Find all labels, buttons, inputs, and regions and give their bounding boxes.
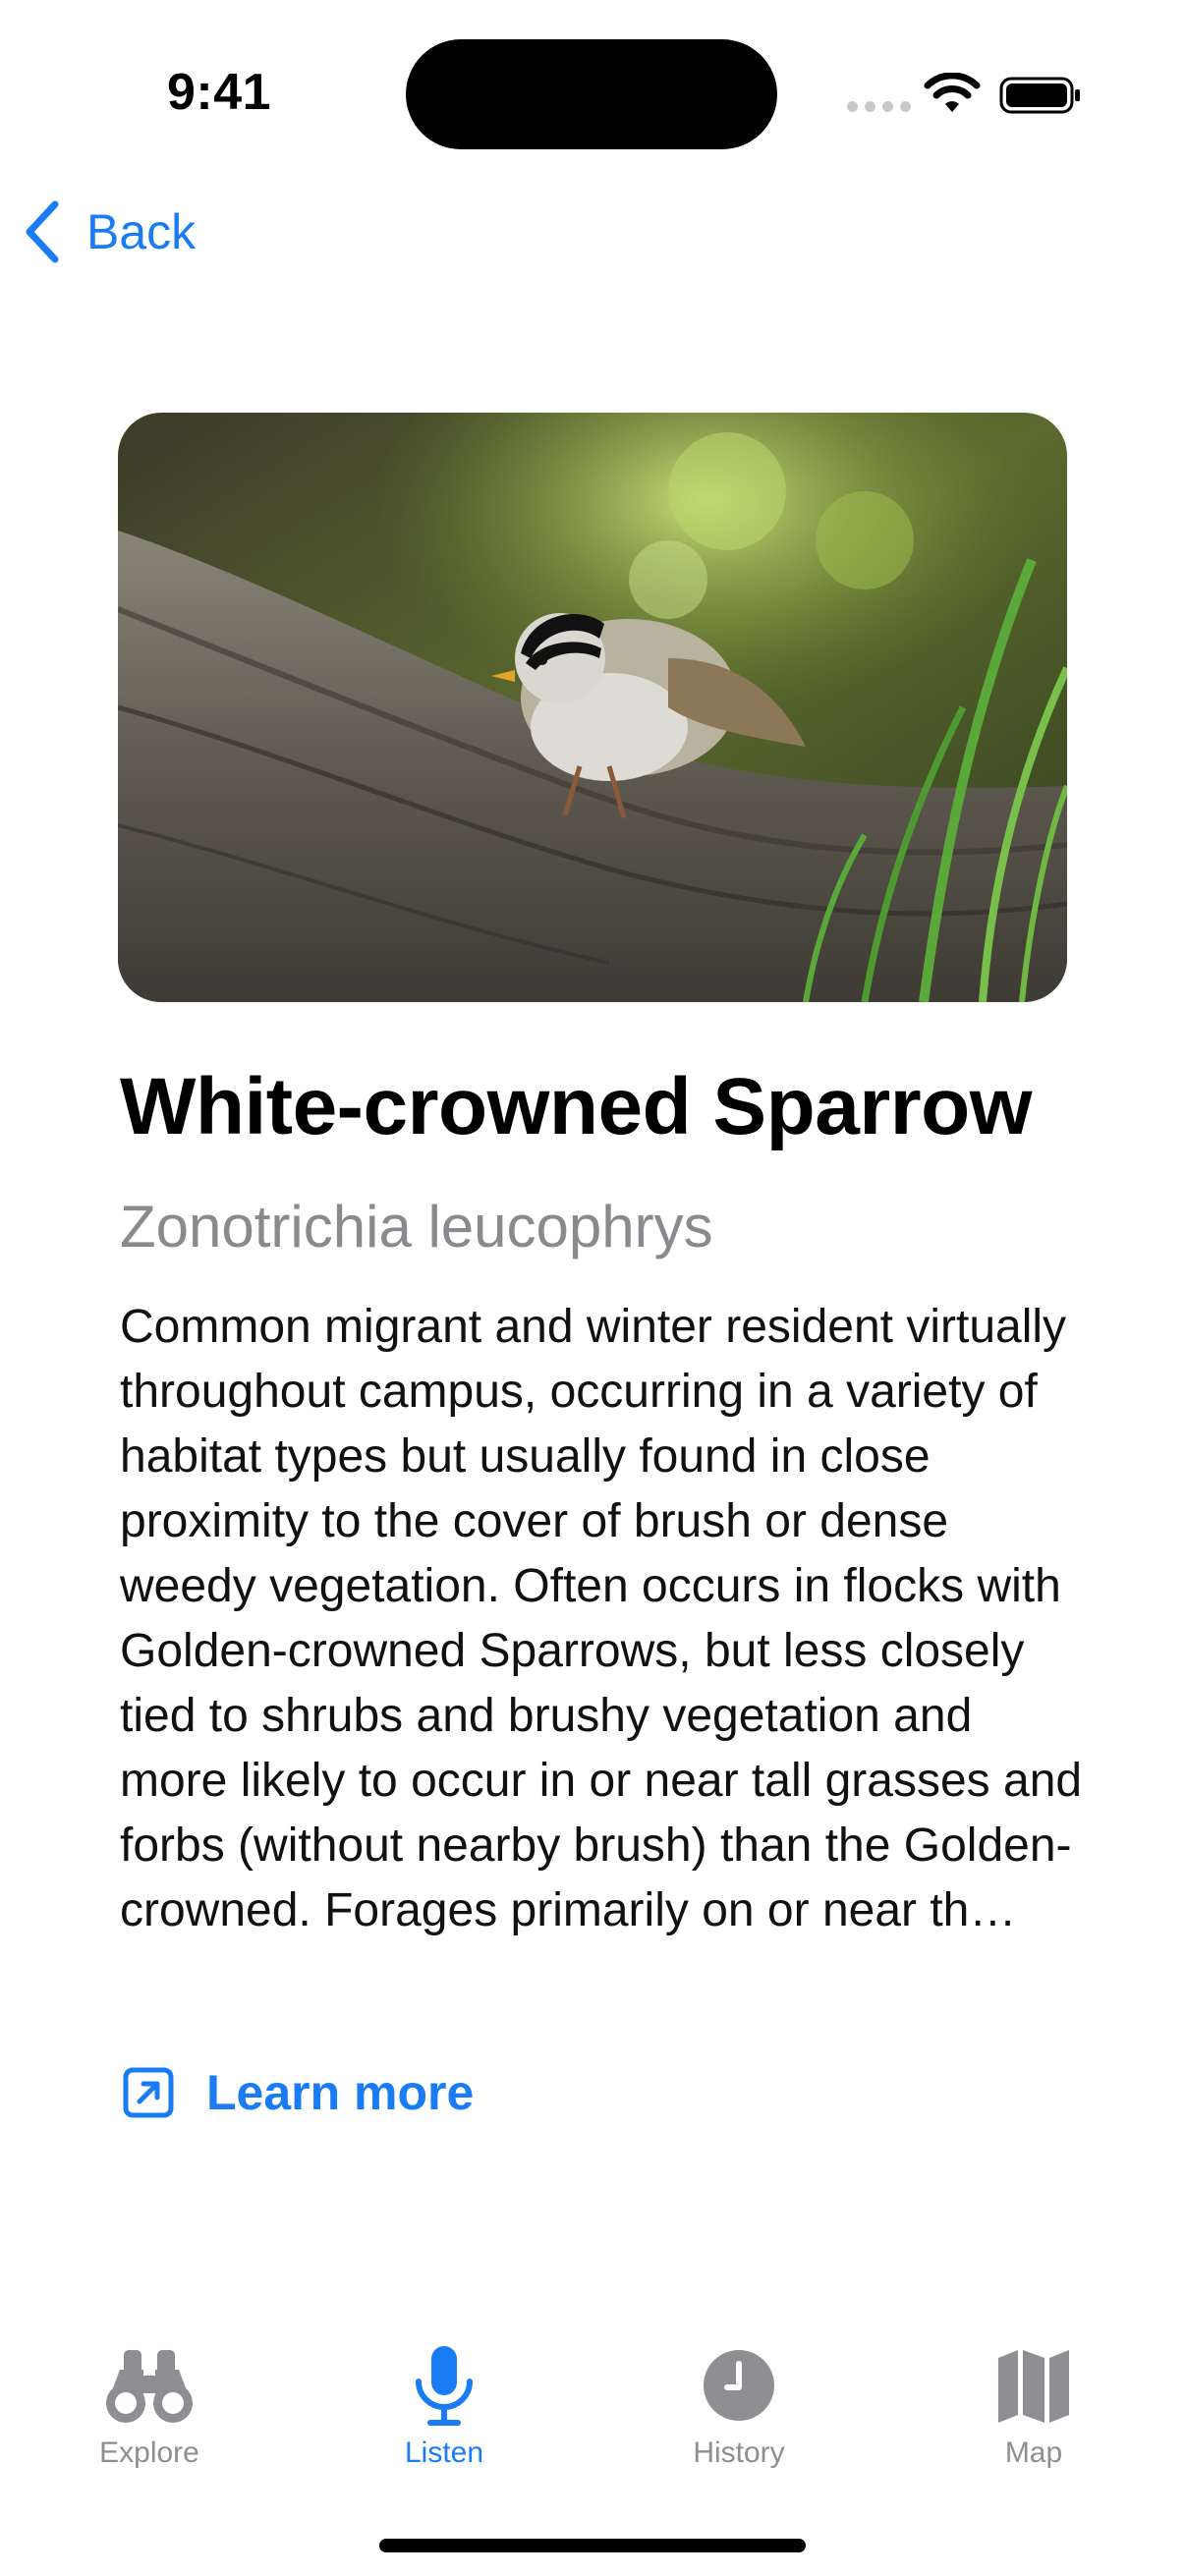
- microphone-icon: [416, 2346, 473, 2426]
- back-button[interactable]: Back: [24, 193, 196, 271]
- external-link-icon: [123, 2067, 174, 2118]
- learn-more-label: Learn more: [206, 2065, 475, 2120]
- learn-more-link[interactable]: Learn more: [122, 2053, 474, 2132]
- tab-explore[interactable]: Explore: [51, 2344, 248, 2492]
- bird-scientific-name: Zonotrichia leucophrys: [120, 1194, 713, 1260]
- tab-explore-label: Explore: [99, 2436, 199, 2469]
- chevron-left-icon: [26, 200, 59, 263]
- binoculars-icon: [106, 2350, 193, 2423]
- battery-icon: [999, 77, 1080, 114]
- clock-icon: [704, 2350, 774, 2421]
- bird-photo-image: [118, 413, 1067, 1002]
- bird-description: Common migrant and winter resident virtu…: [120, 1301, 1083, 1936]
- wifi-icon: [924, 73, 981, 112]
- tab-history-label: History: [693, 2436, 785, 2469]
- map-icon: [998, 2350, 1069, 2423]
- cellular-signal-icon: [847, 101, 911, 112]
- tab-history[interactable]: History: [641, 2344, 837, 2492]
- bird-photo: [118, 413, 1067, 1002]
- bird-common-name: White-crowned Sparrow: [120, 1062, 1033, 1151]
- status-time: 9:41: [167, 64, 272, 121]
- dynamic-island: [406, 39, 777, 149]
- tab-listen-label: Listen: [404, 2436, 484, 2469]
- tab-bar: Explore Listen History Map: [0, 2328, 1185, 2486]
- tab-listen[interactable]: Listen: [346, 2344, 542, 2492]
- tab-map[interactable]: Map: [935, 2344, 1132, 2492]
- tab-map-label: Map: [1004, 2436, 1063, 2469]
- back-label: Back: [86, 204, 197, 259]
- home-indicator: [379, 2539, 806, 2552]
